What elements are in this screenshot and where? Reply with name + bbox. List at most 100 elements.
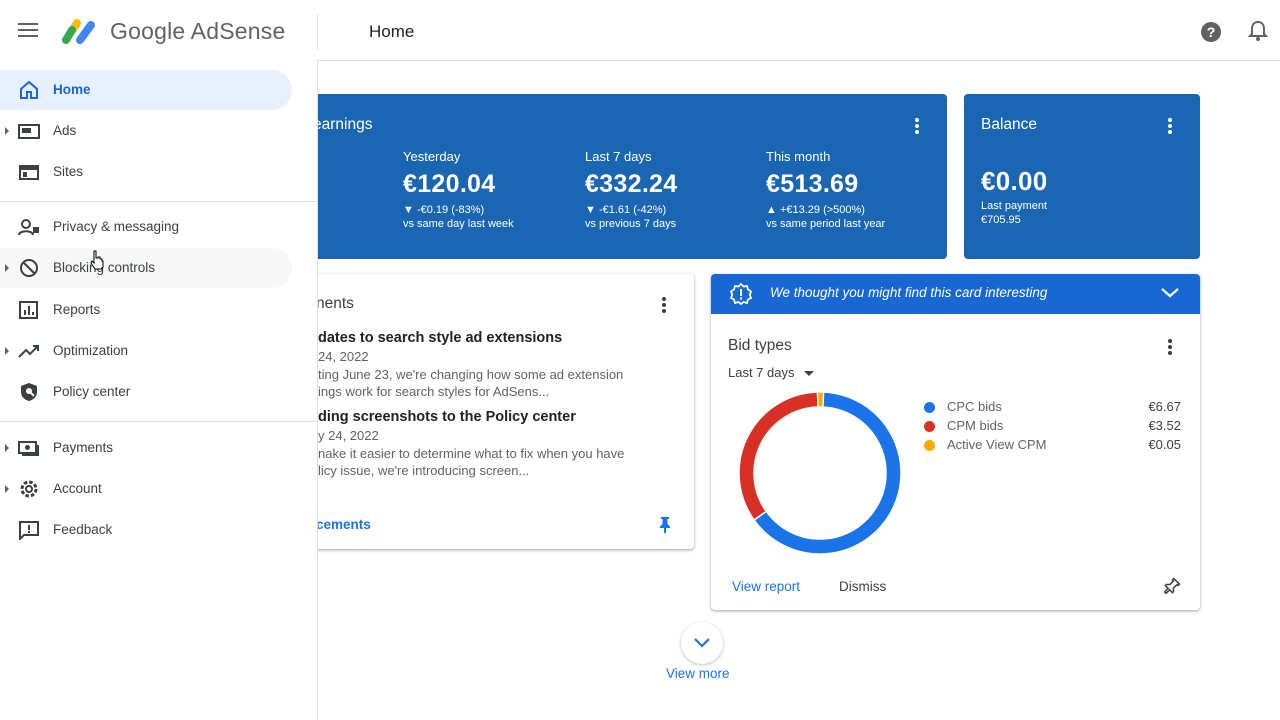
sites-icon (18, 162, 40, 182)
expand-caret-icon[interactable] (5, 347, 9, 355)
donut-slice-cpm-bids[interactable] (738, 392, 819, 522)
dismiss-button[interactable]: Dismiss (839, 579, 886, 594)
expand-caret-icon[interactable] (5, 444, 9, 452)
legend-value: €6.67 (1148, 399, 1181, 414)
legend-value: €0.05 (1148, 437, 1181, 452)
pin-icon[interactable] (657, 516, 673, 534)
bid-types-donut-chart (738, 392, 902, 555)
view-more-label[interactable]: View more (666, 666, 730, 681)
svg-text:?: ? (1207, 24, 1216, 40)
sidebar-item-sites[interactable]: Sites (0, 152, 292, 192)
stat-compare-month: vs same period last year (766, 218, 886, 230)
dropdown-arrow-icon (804, 371, 815, 377)
feedback-icon (18, 520, 40, 542)
notifications-icon[interactable] (1247, 20, 1269, 42)
gear-icon (18, 479, 40, 499)
earnings-more-icon[interactable] (915, 118, 919, 136)
sidebar-item-privacy-messaging[interactable]: Privacy & messaging (0, 207, 292, 247)
payments-icon (18, 438, 40, 458)
legend-dot (924, 440, 935, 451)
bid-types-more-icon[interactable] (1168, 339, 1172, 357)
sidebar-item-label: Reports (53, 302, 101, 317)
product-name: Google AdSense (110, 18, 286, 44)
sidebar-item-feedback[interactable]: Feedback (0, 510, 292, 550)
sidebar-item-reports[interactable]: Reports (0, 290, 292, 330)
announcement-date: 24, 2022 (318, 349, 369, 364)
sidebar-item-label: Account (53, 481, 102, 496)
legend-label: Active View CPM (947, 437, 1047, 452)
chevron-down-icon[interactable] (1160, 286, 1180, 300)
home-icon (18, 80, 40, 100)
stat-change-yesterday: ▼ -€0.19 (-83%) (403, 204, 485, 216)
balance-title: Balance (981, 116, 1038, 133)
legend-value: €3.52 (1148, 418, 1181, 433)
announcement-body-line: ings work for search styles for AdSens..… (318, 384, 550, 399)
sidebar-item-ads[interactable]: Ads (0, 111, 292, 151)
balance-value: €0.00 (981, 166, 1048, 196)
sidebar-divider (0, 201, 317, 202)
announcements-more-icon[interactable] (662, 297, 666, 315)
expand-caret-icon[interactable] (5, 485, 9, 493)
page-title: Home (369, 22, 415, 41)
stat-value-month: €513.69 (766, 170, 859, 198)
pin-outline-icon[interactable] (1160, 577, 1182, 597)
stat-label-month: This month (766, 149, 831, 164)
sidebar-item-label: Feedback (53, 522, 113, 537)
stat-change-month: ▲ +€13.29 (>500%) (766, 204, 865, 216)
privacy-icon (18, 217, 40, 237)
sidebar-item-optimization[interactable]: Optimization (0, 331, 292, 371)
sidebar: Home Ads Sites Privacy & messaging Block… (0, 60, 318, 720)
expand-caret-icon[interactable] (5, 264, 9, 272)
menu-icon[interactable] (18, 22, 40, 38)
stat-compare-last7: vs previous 7 days (585, 218, 677, 230)
sidebar-item-account[interactable]: Account (0, 469, 292, 509)
last-payment-label: Last payment (981, 200, 1048, 212)
announcement-body-line: nake it easier to determine what to fix … (318, 446, 625, 461)
sidebar-item-home[interactable]: Home (0, 70, 292, 110)
balance-more-icon[interactable] (1168, 118, 1172, 136)
announcements-title: nents (316, 295, 354, 312)
announcements-link[interactable]: cements (316, 517, 371, 532)
help-icon[interactable]: ? (1200, 21, 1222, 43)
stat-compare-yesterday: vs same day last week (403, 218, 514, 230)
view-report-button[interactable]: View report (732, 579, 800, 594)
sidebar-item-label: Payments (53, 440, 114, 455)
announcement-date: y 24, 2022 (318, 428, 379, 443)
stat-value-last7: €332.24 (585, 170, 678, 198)
expand-caret-icon[interactable] (5, 127, 9, 135)
sidebar-item-label: Optimization (53, 343, 129, 358)
sidebar-item-label: Ads (53, 123, 77, 138)
bid-types-legend: CPC bids €6.67 CPM bids €3.52 Active View CP… (924, 399, 1184, 469)
view-more-button[interactable] (681, 622, 723, 664)
announcement-title[interactable]: ding screenshots to the Policy center (318, 409, 576, 425)
legend-label: CPM bids (947, 418, 1004, 433)
bid-types-title: Bid types (728, 337, 792, 354)
suggestion-icon (729, 282, 753, 306)
block-icon (18, 258, 40, 278)
legend-dot (924, 421, 935, 432)
sidebar-divider (0, 421, 317, 422)
policy-icon (18, 382, 40, 402)
ads-icon (18, 121, 40, 141)
sidebar-item-label: Privacy & messaging (53, 219, 180, 234)
sidebar-item-label: Policy center (53, 384, 131, 399)
date-range-label: Last 7 days (728, 365, 795, 380)
sidebar-item-blocking-controls[interactable]: Blocking controls (0, 248, 292, 288)
stat-change-last7: ▼ -€1.61 (-42%) (585, 204, 667, 216)
legend-label: CPC bids (947, 399, 1002, 414)
suggestion-text: We thought you might find this card inte… (770, 285, 1048, 300)
date-range-dropdown[interactable]: Last 7 days (728, 365, 815, 380)
stat-label-last7: Last 7 days (585, 149, 652, 164)
chevron-down-icon (694, 638, 710, 648)
sidebar-item-policy-center[interactable]: Policy center (0, 372, 292, 412)
stat-value-yesterday: €120.04 (403, 170, 496, 198)
donut-slice-active-view-cpm[interactable] (816, 392, 825, 408)
sidebar-item-label: Sites (53, 164, 84, 179)
sidebar-item-payments[interactable]: Payments (0, 428, 292, 468)
announcement-title[interactable]: dates to search style ad extensions (318, 330, 562, 346)
adsense-logo-icon (60, 16, 100, 46)
stat-label-yesterday: Yesterday (403, 149, 461, 164)
hand-cursor-icon (89, 250, 105, 270)
legend-item: CPC bids €6.67 (924, 399, 1184, 417)
reports-icon (18, 300, 40, 320)
